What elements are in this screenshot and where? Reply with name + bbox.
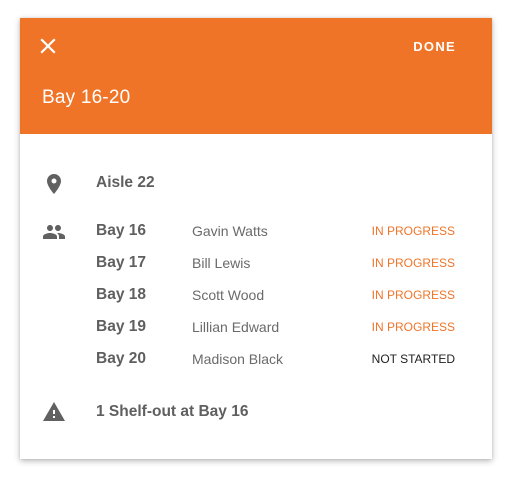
bay-assignee: Madison Black (192, 351, 284, 367)
bay-assignee: Scott Wood (192, 287, 265, 303)
bay-row: Bay 16 Gavin Watts IN PROGRESS (96, 222, 456, 244)
warning-icon (43, 402, 65, 421)
status-label: NOT STARTED (371, 352, 455, 366)
status-label: IN PROGRESS (371, 288, 455, 302)
people-icon (43, 225, 65, 239)
close-icon (40, 38, 56, 54)
status-label: IN PROGRESS (371, 256, 455, 270)
bay-name: Bay 19 (96, 318, 146, 335)
done-button[interactable]: DONE (413, 39, 456, 54)
dialog-header: DONE Bay 16-20 (20, 18, 492, 134)
status-label: IN PROGRESS (371, 224, 455, 238)
bay-row: Bay 18 Scott Wood IN PROGRESS (96, 286, 456, 308)
bay-name: Bay 20 (96, 350, 146, 367)
status-label: IN PROGRESS (371, 320, 455, 334)
bay-name: Bay 18 (96, 286, 146, 303)
bay-row: Bay 17 Bill Lewis IN PROGRESS (96, 254, 456, 276)
close-button[interactable] (37, 35, 59, 57)
bay-assignee: Bill Lewis (192, 255, 251, 271)
aisle-label: Aisle 22 (96, 174, 155, 191)
bay-assignee: Gavin Watts (192, 223, 268, 239)
shelf-out-alert: 1 Shelf-out at Bay 16 (96, 403, 249, 420)
bay-dialog: DONE Bay 16-20 Aisle 22 Bay 16 Gavin Wat… (20, 18, 492, 459)
bay-row: Bay 20 Madison Black NOT STARTED (96, 350, 456, 372)
map-pin-icon (47, 174, 61, 194)
bay-name: Bay 17 (96, 254, 146, 271)
bay-row: Bay 19 Lillian Edward IN PROGRESS (96, 318, 456, 340)
dialog-title: Bay 16-20 (42, 87, 131, 108)
bay-assignee: Lillian Edward (192, 319, 280, 335)
bay-name: Bay 16 (96, 222, 146, 239)
